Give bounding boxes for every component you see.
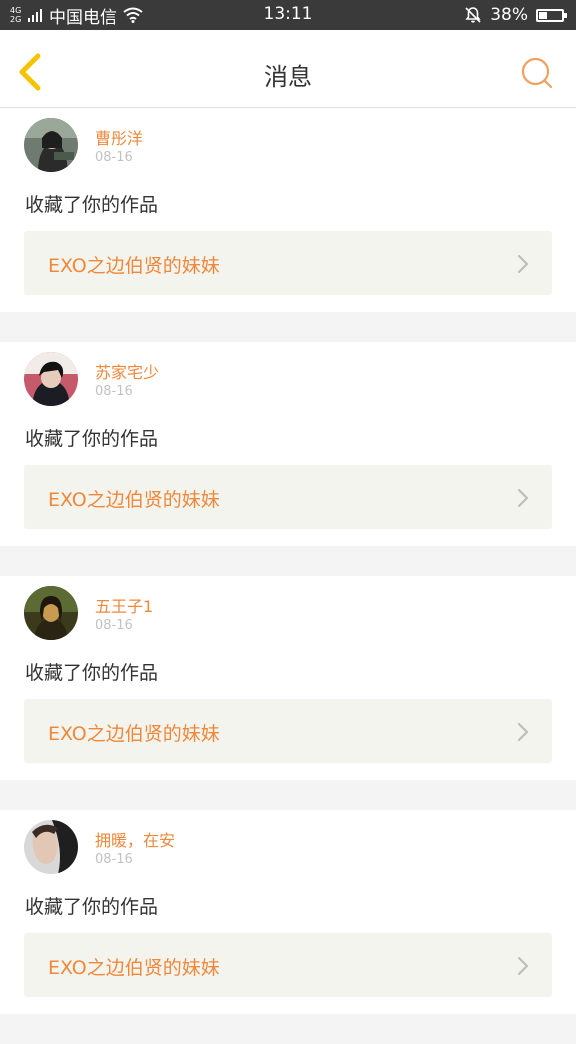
battery-percent: 38% (490, 5, 528, 25)
chevron-right-icon (517, 722, 529, 742)
avatar[interactable] (24, 820, 78, 874)
work-title: EXO之边伯贤的妹妹 (48, 489, 220, 511)
message-action: 收藏了你的作品 (25, 194, 159, 216)
user-name[interactable]: 苏家宅少 (95, 359, 159, 383)
message-card: 拥暖，在安 08-16 收藏了你的作品 EXO之边伯贤的妹妹 (0, 810, 576, 1014)
work-title: EXO之边伯贤的妹妹 (48, 723, 220, 745)
page-title: 消息 (264, 63, 312, 91)
user-name[interactable]: 拥暖，在安 (95, 827, 175, 851)
status-right: 38% (464, 4, 567, 26)
message-date: 08-16 (95, 852, 133, 867)
message-action: 收藏了你的作品 (25, 662, 159, 684)
status-bar: 4G 2G 中国电信 13:11 38% (0, 0, 576, 30)
work-title: EXO之边伯贤的妹妹 (48, 255, 220, 277)
chevron-right-icon (517, 956, 529, 976)
user-name[interactable]: 曹彤洋 (95, 125, 143, 149)
message-card: 五王子1 08-16 收藏了你的作品 EXO之边伯贤的妹妹 (0, 576, 576, 780)
message-action: 收藏了你的作品 (25, 428, 159, 450)
nav-bar: 消息 (0, 30, 576, 108)
bell-muted-icon (465, 7, 481, 23)
message-card: 苏家宅少 08-16 收藏了你的作品 EXO之边伯贤的妹妹 (0, 342, 576, 546)
work-link[interactable]: EXO之边伯贤的妹妹 (24, 933, 552, 997)
message-card: 曹彤洋 08-16 收藏了你的作品 EXO之边伯贤的妹妹 (0, 108, 576, 312)
chevron-right-icon (517, 254, 529, 274)
work-link[interactable]: EXO之边伯贤的妹妹 (24, 231, 552, 295)
work-link[interactable]: EXO之边伯贤的妹妹 (24, 699, 552, 763)
message-action: 收藏了你的作品 (25, 896, 159, 918)
work-link[interactable]: EXO之边伯贤的妹妹 (24, 465, 552, 529)
user-name[interactable]: 五王子1 (95, 593, 153, 617)
message-date: 08-16 (95, 618, 133, 633)
chevron-right-icon (517, 488, 529, 508)
message-date: 08-16 (95, 384, 133, 399)
battery-level (539, 11, 548, 19)
work-title: EXO之边伯贤的妹妹 (48, 957, 220, 979)
battery-icon (536, 8, 567, 22)
search-icon[interactable] (520, 56, 554, 90)
message-list: 曹彤洋 08-16 收藏了你的作品 EXO之边伯贤的妹妹 苏家宅少 08-16 … (0, 108, 576, 1044)
avatar[interactable] (24, 352, 78, 406)
avatar[interactable] (24, 118, 78, 172)
message-date: 08-16 (95, 150, 133, 165)
avatar[interactable] (24, 586, 78, 640)
